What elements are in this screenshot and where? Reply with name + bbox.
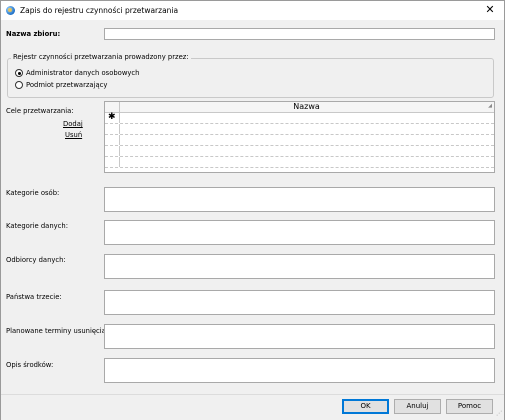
- cele-grid[interactable]: Nazwa ◢ ✱: [104, 101, 495, 173]
- radio-administrator-label[interactable]: Administrator danych osobowych: [26, 69, 139, 77]
- cancel-button[interactable]: Anuluj: [394, 399, 441, 414]
- table-row[interactable]: [105, 124, 494, 135]
- cele-label: Cele przetwarzania:: [6, 107, 74, 115]
- kategorie-osob-input[interactable]: [104, 187, 495, 212]
- ok-button[interactable]: OK: [342, 399, 389, 414]
- grid-column-nazwa[interactable]: Nazwa: [119, 102, 494, 112]
- window-title: Zapis do rejestru czynności przetwarzani…: [20, 6, 179, 15]
- opis-label: Opis środków:: [6, 361, 54, 369]
- row-selector[interactable]: [105, 157, 120, 167]
- radio-administrator[interactable]: [15, 69, 23, 77]
- close-icon[interactable]: ✕: [482, 2, 498, 18]
- kategorie-osob-label: Kategorie osób:: [6, 189, 60, 197]
- group-legend: Rejestr czynności przetwarzania prowadzo…: [11, 53, 191, 61]
- grid-header-selector: [105, 102, 120, 112]
- row-selector[interactable]: [105, 146, 120, 156]
- odbiorcy-input[interactable]: [104, 254, 495, 279]
- app-icon: [6, 6, 15, 15]
- column-resize-icon: ◢: [488, 103, 492, 109]
- odbiorcy-label: Odbiorcy danych:: [6, 256, 66, 264]
- grid-header: Nazwa ◢: [105, 102, 494, 113]
- opis-input[interactable]: [104, 358, 495, 383]
- new-row-icon: ✱: [108, 112, 116, 122]
- dialog-window: Zapis do rejestru czynności przetwarzani…: [0, 0, 505, 420]
- table-row[interactable]: [105, 157, 494, 168]
- row-selector[interactable]: [105, 124, 120, 134]
- terminy-label: Planowane terminy usunięcia:: [6, 327, 109, 335]
- panstwa-input[interactable]: [104, 290, 495, 315]
- terminy-input[interactable]: [104, 324, 495, 349]
- nazwa-zbioru-label: Nazwa zbioru:: [6, 30, 61, 38]
- help-button[interactable]: Pomoc: [446, 399, 493, 414]
- title-bar[interactable]: Zapis do rejestru czynności przetwarzani…: [1, 1, 504, 20]
- row-selector[interactable]: [105, 135, 120, 145]
- radio-podmiot-label[interactable]: Podmiot przetwarzający: [26, 81, 107, 89]
- panstwa-label: Państwa trzecie:: [6, 293, 62, 301]
- processing-register-group: [7, 58, 494, 98]
- table-row[interactable]: [105, 135, 494, 146]
- table-row[interactable]: [105, 146, 494, 157]
- add-link[interactable]: Dodaj: [63, 120, 83, 128]
- kategorie-danych-label: Kategorie danych:: [6, 222, 68, 230]
- resize-grip-icon[interactable]: ⋰: [496, 410, 502, 417]
- radio-podmiot[interactable]: [15, 81, 23, 89]
- kategorie-danych-input[interactable]: [104, 220, 495, 245]
- row-selector[interactable]: ✱: [105, 112, 120, 123]
- remove-link[interactable]: Usuń: [65, 131, 82, 139]
- table-row[interactable]: ✱: [105, 112, 494, 124]
- nazwa-zbioru-input[interactable]: [104, 28, 495, 40]
